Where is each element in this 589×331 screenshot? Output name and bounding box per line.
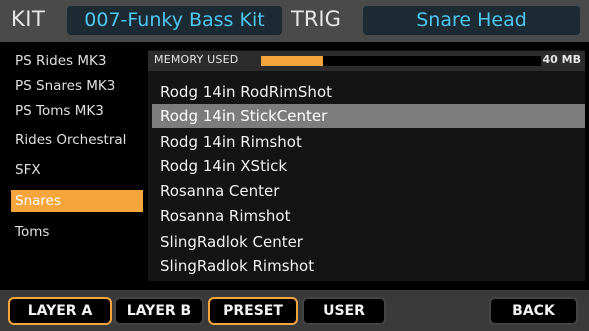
category-item[interactable]: SFX xyxy=(11,159,143,181)
category-item[interactable]: Rides Orchestral xyxy=(11,129,143,151)
category-item[interactable]: Toms xyxy=(11,221,143,243)
memory-used-bar xyxy=(261,56,541,66)
kit-label: KIT xyxy=(11,7,46,31)
category-item[interactable]: PS Snares MK3 xyxy=(11,75,143,97)
instrument-item[interactable]: SlingRadlok Rimshot xyxy=(152,254,585,278)
user-button[interactable]: USER xyxy=(302,297,386,325)
memory-used-label: MEMORY USED xyxy=(154,53,239,66)
trig-name-field[interactable]: Snare Head xyxy=(363,6,580,35)
instrument-item[interactable]: Rodg 14in StickCenter xyxy=(152,104,585,128)
instrument-item[interactable]: Rosanna Center xyxy=(152,179,585,203)
layer-b-button[interactable]: LAYER B xyxy=(114,297,204,325)
instrument-item[interactable]: SlingRadlok Center xyxy=(152,230,585,254)
category-item[interactable]: PS Rides MK3 xyxy=(11,50,143,72)
back-button[interactable]: BACK xyxy=(489,297,578,325)
memory-used-value: 40 MB xyxy=(542,53,581,66)
preset-button[interactable]: PRESET xyxy=(208,297,298,325)
instrument-item[interactable]: Rodg 14in XStick xyxy=(152,154,585,178)
memory-used-fill xyxy=(261,56,323,66)
category-item[interactable]: Snares xyxy=(11,190,143,212)
instrument-item[interactable]: Rodg 14in RodRimShot xyxy=(152,80,585,104)
layer-a-button[interactable]: LAYER A xyxy=(8,297,112,325)
instrument-item[interactable]: Rodg 14in Rimshot xyxy=(152,130,585,154)
instrument-item[interactable]: Rosanna Rimshot xyxy=(152,204,585,228)
category-item[interactable]: PS Toms MK3 xyxy=(11,100,143,122)
trig-label: TRIG xyxy=(291,7,341,31)
memory-used-row: MEMORY USED 40 MB xyxy=(148,51,585,71)
kit-name-field[interactable]: 007-Funky Bass Kit xyxy=(67,6,282,35)
